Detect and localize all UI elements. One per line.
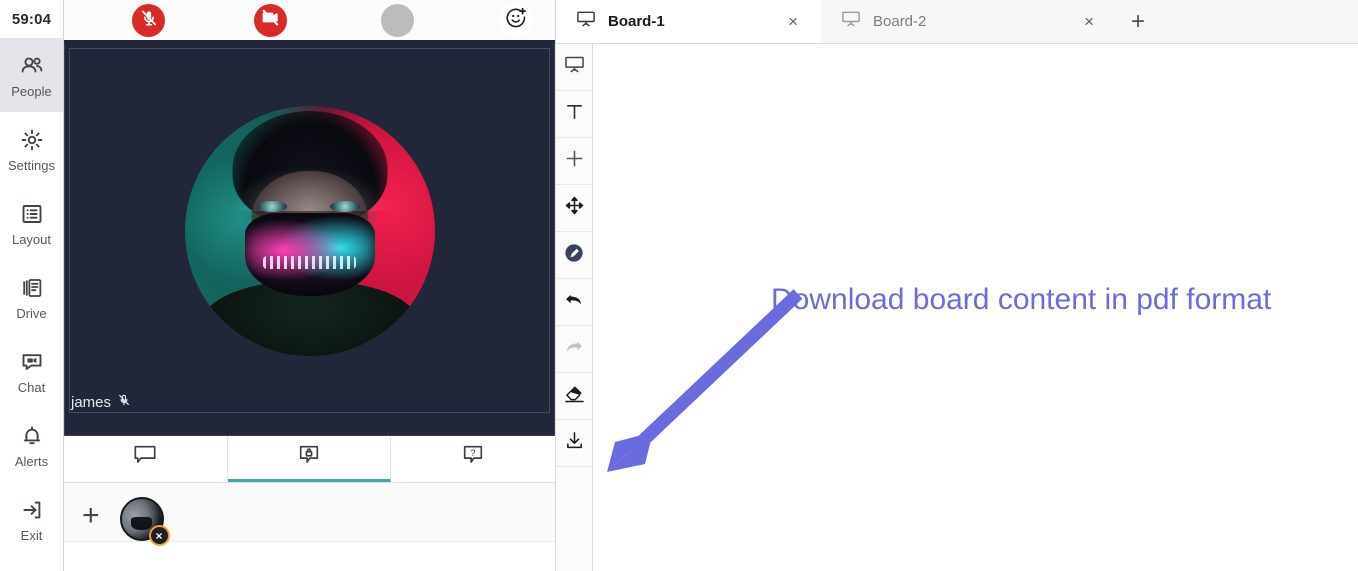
- tab-chat[interactable]: [64, 436, 228, 482]
- board-tab-board-1[interactable]: Board-1 ×: [556, 0, 821, 43]
- video-stage: james: [64, 40, 555, 436]
- move-arrows-icon: [564, 195, 585, 221]
- participant-video-tile[interactable]: [69, 48, 550, 413]
- participant-name-plate: james: [71, 393, 131, 411]
- people-icon: [18, 52, 46, 80]
- annotation-text: Download board content in pdf format: [771, 283, 1272, 316]
- board-tab-label: Board-1: [608, 13, 665, 30]
- sidebar-item-alerts[interactable]: Alerts: [0, 408, 63, 482]
- sidebar-item-people[interactable]: People: [0, 38, 63, 112]
- microphone-muted-icon: [139, 8, 159, 33]
- tool-undo[interactable]: [556, 279, 592, 326]
- tool-text[interactable]: [556, 91, 592, 138]
- smiley-plus-icon: [504, 6, 528, 35]
- tab-private[interactable]: [227, 436, 392, 482]
- sidebar-label-chat: Chat: [17, 380, 46, 395]
- tool-add[interactable]: [556, 138, 592, 185]
- record-button[interactable]: [381, 3, 414, 37]
- app-root: 59:04 People Settings Layout Drive Chat …: [0, 0, 1358, 571]
- speech-bubble-lock-icon: [296, 443, 322, 472]
- board-tab-label: Board-2: [873, 13, 927, 30]
- whiteboard-icon: [576, 10, 596, 33]
- close-icon[interactable]: ×: [783, 11, 803, 32]
- add-participant-button[interactable]: +: [82, 501, 100, 531]
- camera-off-icon: [260, 7, 281, 33]
- exit-icon: [18, 496, 46, 524]
- reaction-button[interactable]: [499, 3, 532, 37]
- sidebar-item-drive[interactable]: Drive: [0, 260, 63, 334]
- new-board-tab-button[interactable]: +: [1117, 0, 1159, 43]
- board-tab-bar: Board-1 × Board-2 × +: [556, 0, 1358, 44]
- tool-pen[interactable]: [556, 232, 592, 279]
- undo-arrow-icon: [563, 290, 585, 315]
- whiteboard-icon: [564, 55, 585, 79]
- sidebar-label-alerts: Alerts: [14, 454, 49, 469]
- tab-bar-filler: [1159, 0, 1358, 43]
- layout-icon: [18, 200, 46, 228]
- sidebar-label-layout: Layout: [11, 232, 52, 247]
- meeting-tab-strip: ?: [64, 436, 555, 483]
- bell-icon: [18, 422, 46, 450]
- roster-empty-area: [64, 542, 555, 571]
- participant-roster: + ×: [64, 483, 555, 546]
- close-icon[interactable]: ×: [1079, 11, 1099, 32]
- tab-help[interactable]: ?: [391, 436, 555, 482]
- download-icon: [564, 430, 585, 456]
- sidebar-label-settings: Settings: [8, 158, 55, 173]
- tool-board[interactable]: [556, 44, 592, 91]
- sidebar-item-chat[interactable]: Chat: [0, 334, 63, 408]
- board-area: Board-1 × Board-2 × + Download board con…: [556, 0, 1358, 571]
- tool-download[interactable]: [556, 420, 592, 467]
- svg-text:?: ?: [471, 448, 476, 458]
- sidebar-label-exit: Exit: [20, 528, 43, 543]
- speech-bubble-question-icon: ?: [460, 443, 486, 472]
- stop-video-button[interactable]: [254, 3, 287, 37]
- board-tool-rail: [556, 44, 593, 571]
- left-nav-rail: 59:04 People Settings Layout Drive Chat …: [0, 0, 64, 571]
- mute-microphone-button[interactable]: [132, 3, 165, 37]
- tool-move[interactable]: [556, 185, 592, 232]
- meeting-timer: 59:04: [11, 10, 52, 28]
- call-controls-bar: [64, 0, 555, 40]
- microphone-muted-icon: [117, 393, 131, 411]
- eraser-icon: [563, 383, 586, 409]
- remove-participant-badge[interactable]: ×: [148, 525, 170, 546]
- board-canvas[interactable]: Download board content in pdf format: [593, 44, 1358, 571]
- text-t-icon: [564, 101, 585, 127]
- board-tab-board-2[interactable]: Board-2 ×: [821, 0, 1117, 43]
- speech-bubble-icon: [132, 443, 158, 472]
- sidebar-label-people: People: [11, 84, 52, 99]
- plus-icon: [564, 148, 585, 174]
- whiteboard-icon: [841, 10, 861, 33]
- participant-avatar-photo: [184, 105, 435, 356]
- tool-eraser[interactable]: [556, 373, 592, 420]
- participant-name: james: [71, 393, 112, 411]
- chat-icon: [18, 348, 46, 376]
- gear-icon: [18, 126, 46, 154]
- tool-redo: [556, 326, 592, 373]
- sidebar-item-exit[interactable]: Exit: [0, 482, 63, 556]
- sidebar-item-layout[interactable]: Layout: [0, 186, 63, 260]
- meeting-panel: james ? + ×: [64, 0, 556, 571]
- roster-participant-thumbnail[interactable]: ×: [119, 497, 170, 546]
- board-body: Download board content in pdf format: [556, 44, 1358, 571]
- annotation-arrow: [607, 289, 803, 472]
- sidebar-label-drive: Drive: [16, 306, 47, 321]
- drive-icon: [18, 274, 46, 302]
- sidebar-item-settings[interactable]: Settings: [0, 112, 63, 186]
- pen-circle-icon: [563, 242, 585, 269]
- redo-arrow-icon: [563, 337, 585, 362]
